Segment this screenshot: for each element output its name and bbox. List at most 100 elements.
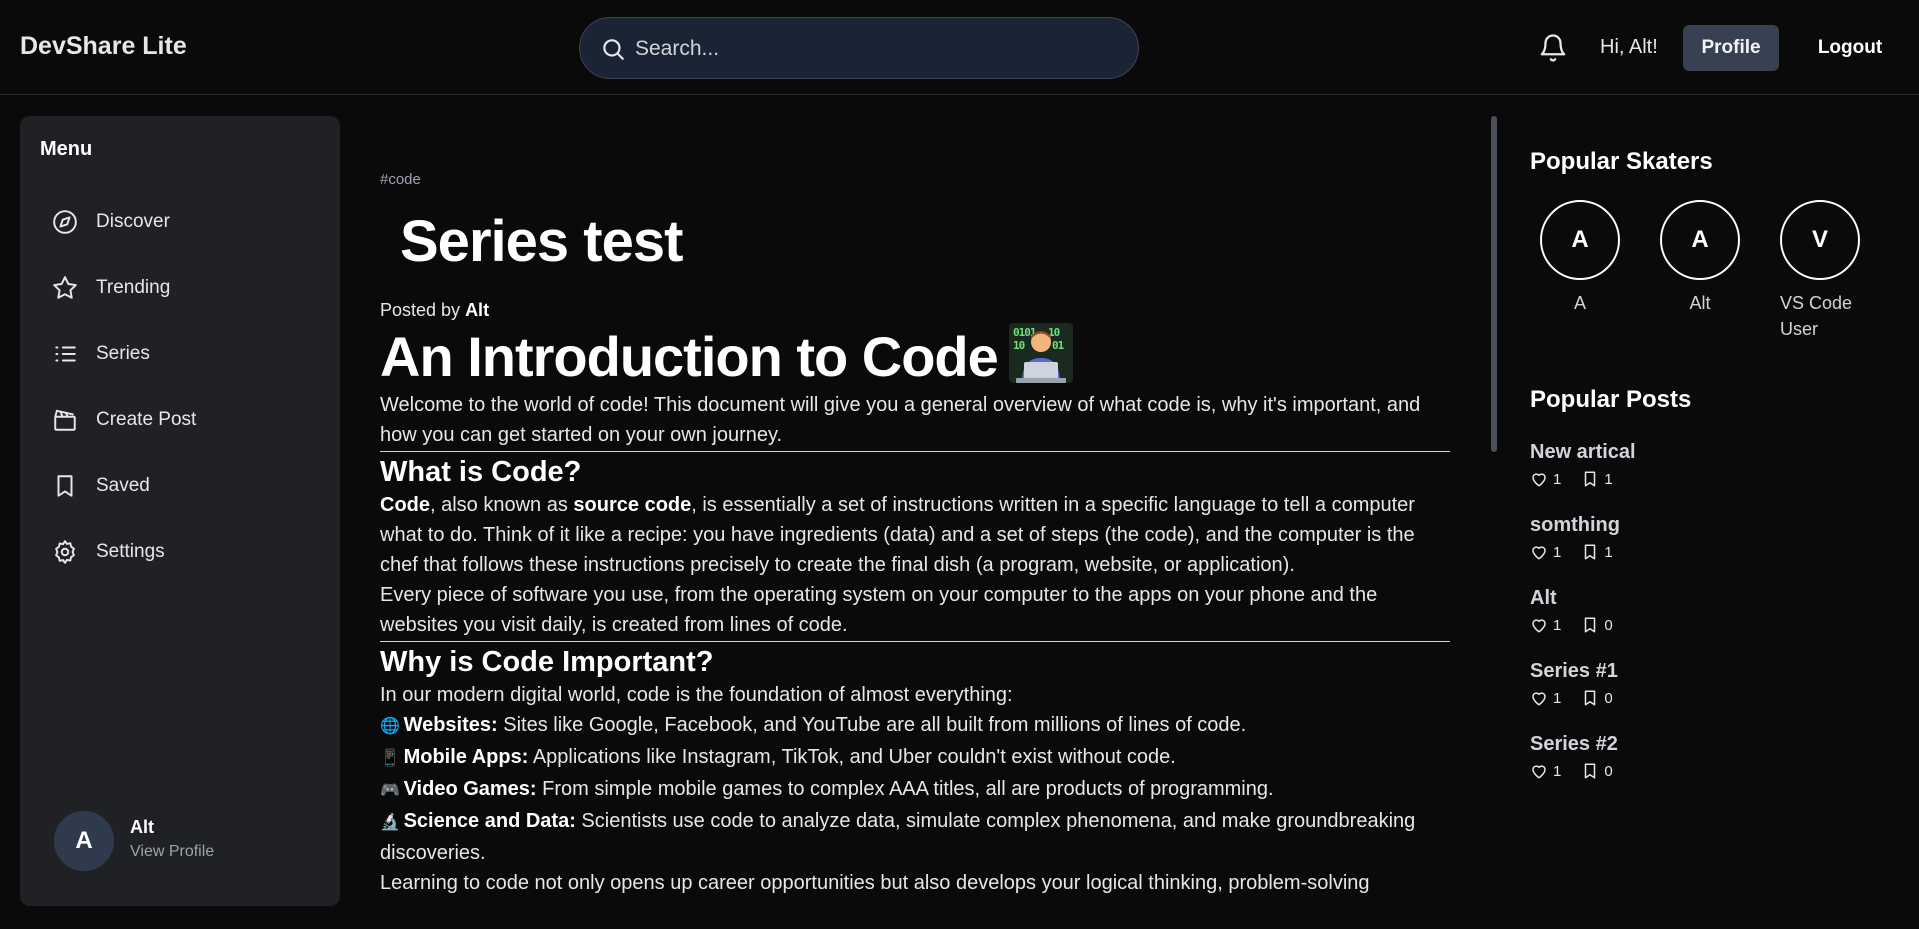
sidebar-item-discover[interactable]: Discover [52, 200, 312, 244]
brand-logo[interactable]: DevShare Lite [20, 32, 187, 61]
what-text-1: , also known as [430, 494, 574, 516]
sidebar-item-label: Series [96, 343, 150, 364]
search-icon [603, 39, 624, 60]
popular-post-item[interactable]: somthing 1 1 [1530, 514, 1890, 561]
section-heading-why: Why is Code Important? [380, 646, 714, 678]
main-content: #code Series test Posted by Alt An Intro… [380, 116, 1450, 906]
bullet-text: Applications like Instagram, TikTok, and… [528, 746, 1176, 768]
heart-icon [1532, 765, 1546, 779]
post-title[interactable]: Series #2 [1530, 733, 1890, 756]
bullet-text: Sites like Google, Facebook, and YouTube… [497, 714, 1247, 736]
skater-avatar[interactable]: A [1660, 200, 1740, 280]
avatar[interactable]: A [54, 811, 114, 871]
sidebar-item-label: Create Post [96, 409, 197, 430]
search-bar[interactable] [579, 17, 1139, 79]
sidebar-item-label: Saved [96, 475, 150, 496]
popular-skaters-title: Popular Skaters [1530, 148, 1713, 175]
svg-text:01: 01 [1052, 339, 1065, 352]
menu-title: Menu [40, 138, 93, 160]
star-icon [53, 276, 77, 299]
article-heading-text: An Introduction to Code [380, 325, 999, 388]
bullet-text: From simple mobile games to complex AAA … [536, 778, 1274, 800]
popular-post-item[interactable]: Series #2 1 0 [1530, 733, 1890, 780]
sidebar-item-saved[interactable]: Saved [52, 464, 312, 508]
view-profile-link[interactable]: View Profile [130, 843, 214, 861]
skater-name: Alt [1689, 293, 1711, 313]
what-paragraph: Code, also known as source code, is esse… [380, 490, 1450, 580]
bullet-bold: Video Games: [403, 778, 537, 800]
bookmark-icon [1585, 690, 1596, 706]
search-input[interactable] [635, 30, 1115, 68]
top-header: DevShare Lite Hi, Alt! Profile Logout [0, 0, 1919, 95]
bookmark-icon [1585, 617, 1596, 633]
bullet-bold: Websites: [403, 714, 498, 736]
microscope-icon: 🔬 [380, 814, 400, 831]
heart-icon [1532, 546, 1546, 560]
heart-icon [1532, 473, 1546, 487]
profile-button[interactable]: Profile [1683, 25, 1779, 71]
bookmark-icon [57, 475, 73, 497]
like-count: 1 [1553, 762, 1562, 780]
article-body: An Introduction to Code 0101 10 10 01 We… [380, 322, 1450, 898]
main-scrollbar[interactable] [1491, 116, 1497, 452]
bullet-bold: Science and Data: [403, 810, 576, 832]
logout-button[interactable]: Logout [1800, 25, 1900, 71]
skater-card[interactable]: V VS Code User [1780, 200, 1890, 342]
sidebar-item-settings[interactable]: Settings [52, 530, 312, 574]
popular-posts-title: Popular Posts [1530, 386, 1692, 413]
skater-avatar[interactable]: A [1540, 200, 1620, 280]
bookmark-icon [1585, 544, 1596, 560]
globe-icon: 🌐 [380, 718, 400, 735]
what-paragraph-2: Every piece of software you use, from th… [380, 584, 1378, 636]
series-title: Series test [400, 209, 683, 274]
author-link[interactable]: Alt [465, 300, 489, 320]
sidebar-item-series[interactable]: Series [52, 332, 312, 376]
bookmark-icon [1585, 763, 1596, 779]
popular-post-item[interactable]: New artical 1 1 [1530, 441, 1890, 488]
bold-source-code: source code [573, 494, 692, 516]
skater-name: A [1573, 293, 1586, 313]
game-controller-icon: 🎮 [380, 782, 400, 799]
list-item: 🌐 Websites: Sites like Google, Facebook,… [380, 710, 1450, 742]
sidebar-item-label: Settings [96, 541, 165, 562]
divider [380, 451, 1450, 452]
gear-icon [55, 540, 75, 564]
why-intro: In our modern digital world, code is the… [380, 684, 1013, 706]
bold-code: Code [380, 494, 430, 516]
skater-card[interactable]: A A [1540, 200, 1650, 316]
divider [380, 641, 1450, 642]
sidebar-user-card[interactable]: A Alt View Profile [54, 811, 314, 875]
post-title[interactable]: somthing [1530, 514, 1890, 537]
skater-avatar[interactable]: V [1780, 200, 1860, 280]
bookmark-icon [1585, 471, 1596, 487]
save-count: 0 [1604, 762, 1613, 780]
post-meta: 1 0 [1530, 762, 1890, 780]
save-count: 1 [1604, 470, 1613, 488]
user-name: Alt [130, 817, 154, 837]
popular-post-item[interactable]: Alt 1 0 [1530, 587, 1890, 634]
skater-card[interactable]: A Alt [1660, 200, 1770, 316]
svg-text:10: 10 [1013, 339, 1025, 352]
post-title[interactable]: New artical [1530, 441, 1890, 464]
heart-icon [1532, 692, 1546, 706]
right-panel: Popular Skaters A A A Alt V VS Code User… [1530, 116, 1910, 906]
post-meta: 1 1 [1530, 470, 1890, 488]
post-title[interactable]: Series #1 [1530, 660, 1890, 683]
sidebar-item-label: Discover [96, 211, 170, 232]
save-count: 0 [1604, 689, 1613, 707]
like-count: 1 [1553, 689, 1562, 707]
technologist-icon: 0101 10 10 01 [1008, 323, 1073, 383]
bell-icon[interactable] [1538, 32, 1568, 64]
compass-icon [53, 210, 77, 234]
like-count: 1 [1553, 470, 1562, 488]
bullet-bold: Mobile Apps: [403, 746, 529, 768]
greeting-text: Hi, Alt! [1600, 36, 1658, 58]
mobile-phone-icon: 📱 [380, 750, 400, 767]
post-meta: 1 0 [1530, 689, 1890, 707]
popular-post-item[interactable]: Series #1 1 0 [1530, 660, 1890, 707]
sidebar-item-trending[interactable]: Trending [52, 266, 312, 310]
sidebar-item-create-post[interactable]: Create Post [52, 398, 312, 442]
post-title[interactable]: Alt [1530, 587, 1890, 610]
post-tag[interactable]: #code [380, 171, 421, 188]
article-heading: An Introduction to Code 0101 10 10 01 [380, 322, 1450, 390]
